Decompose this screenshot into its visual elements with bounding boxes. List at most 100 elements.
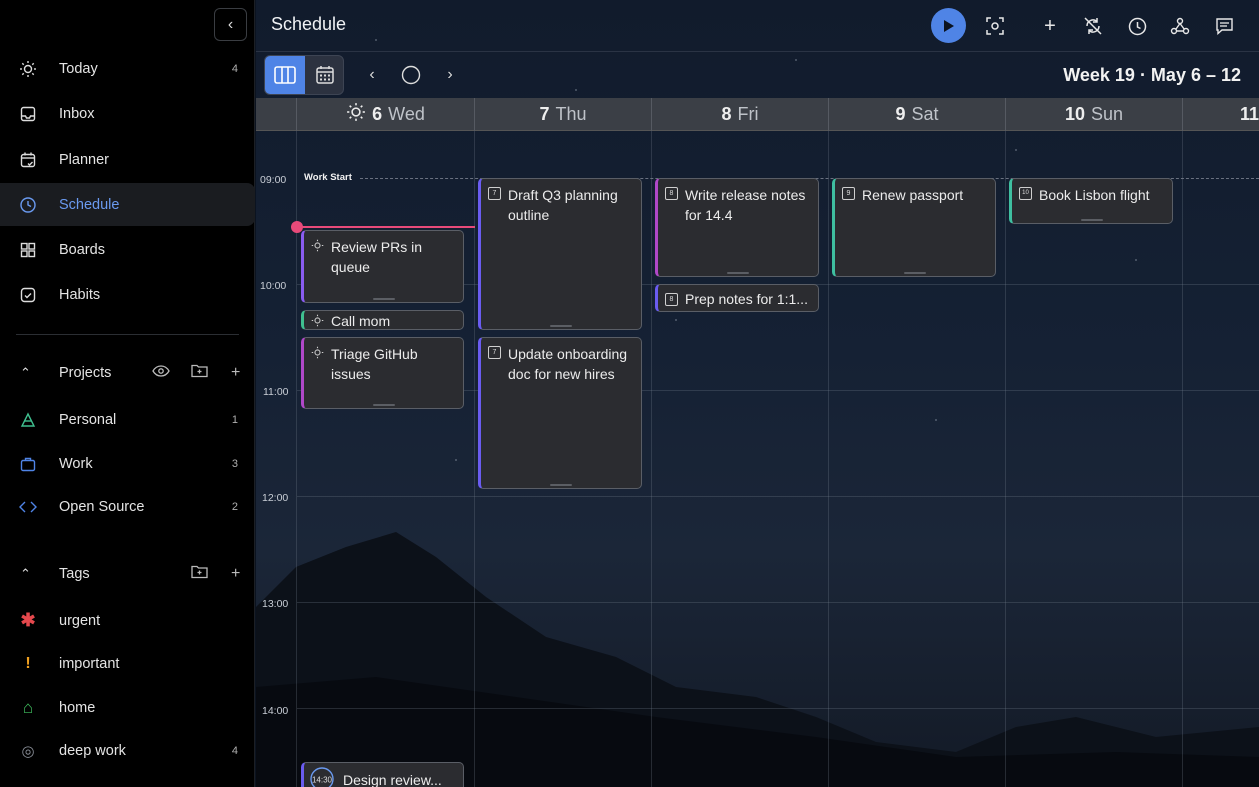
tag-deep-work[interactable]: ◎ deep work 4 <box>0 729 255 772</box>
calendar-icon <box>316 66 334 84</box>
day-header-sat[interactable]: 9 Sat <box>828 98 1005 131</box>
play-icon <box>943 19 954 32</box>
task-card[interactable]: 14:30 Design review... <box>301 762 464 787</box>
page-title: Schedule <box>271 14 347 34</box>
day-number: 11 <box>1239 104 1259 124</box>
task-card[interactable]: 10 Book Lisbon flight <box>1009 178 1173 224</box>
calendar-day-icon: 10 <box>1019 187 1032 200</box>
day-name: Sat <box>911 104 939 124</box>
eye-icon[interactable] <box>152 364 170 382</box>
calendar-day-icon: 9 <box>842 187 855 200</box>
task-card[interactable]: Call mom <box>301 310 464 330</box>
add-tag-icon[interactable]: + <box>231 565 240 583</box>
current-time-line <box>297 226 475 228</box>
task-title: Call mom <box>331 313 391 329</box>
day-header-mon[interactable]: 11 <box>1182 98 1259 131</box>
collapse-sidebar-button[interactable]: ‹ <box>214 8 247 41</box>
day-header-sun[interactable]: 10 Sun <box>1005 98 1182 131</box>
nav-boards[interactable]: Boards <box>0 228 255 271</box>
day-header-wed[interactable]: 6 Wed <box>296 98 474 131</box>
nav-label: Habits <box>59 286 101 303</box>
day-name: Fri <box>737 104 759 124</box>
chevron-up-icon[interactable]: ⌃ <box>20 365 31 381</box>
grid-line <box>1005 131 1006 787</box>
nav-inbox[interactable]: Inbox <box>0 92 255 135</box>
today-button[interactable] <box>398 62 424 88</box>
task-card[interactable]: 7 Draft Q3 planning outline <box>478 178 642 330</box>
folder-add-icon[interactable] <box>191 364 208 383</box>
location-pin-icon: ◎ <box>21 742 35 760</box>
task-card[interactable]: Review PRs in queue <box>301 230 464 303</box>
projects-header[interactable]: ⌃ Projects + <box>0 358 255 388</box>
tag-important[interactable]: ! important <box>0 642 255 685</box>
project-personal[interactable]: Personal 1 <box>0 398 255 441</box>
tags-header[interactable]: ⌃ Tags + <box>0 559 255 589</box>
project-open-source[interactable]: Open Source 2 <box>0 485 255 528</box>
add-project-icon[interactable]: + <box>231 364 240 382</box>
task-card[interactable]: 9 Renew passport <box>832 178 996 277</box>
schedule-main: Schedule + ‹ › Week 19 · May 6 – 12 6 We… <box>256 0 1259 787</box>
task-card[interactable]: Triage GitHub issues <box>301 337 464 409</box>
inbox-icon <box>18 104 38 124</box>
nav-schedule[interactable]: Schedule <box>0 183 255 226</box>
resize-handle[interactable] <box>727 272 749 274</box>
calendar-day-icon: 7 <box>488 346 501 359</box>
nav-habits[interactable]: Habits <box>0 273 255 316</box>
hour-label: 14:00 <box>262 705 289 717</box>
comments-button[interactable] <box>1209 11 1239 41</box>
prev-week-button[interactable]: ‹ <box>359 62 385 88</box>
home-icon: ⌂ <box>22 697 34 717</box>
task-title: Design review... <box>343 772 442 787</box>
message-icon <box>1215 18 1233 35</box>
hour-label: 11:00 <box>263 386 289 398</box>
projects-label: Projects <box>59 365 112 381</box>
header-divider <box>256 51 1259 52</box>
code-icon <box>18 497 38 517</box>
project-label: Personal <box>59 411 117 428</box>
day-number: 6 <box>372 104 383 124</box>
tag-urgent[interactable]: ✱ urgent <box>0 599 255 642</box>
resize-handle[interactable] <box>904 272 926 274</box>
task-title: Prep notes for 1:1... <box>685 291 808 307</box>
calendar-day-icon: 7 <box>488 187 501 200</box>
grid-line <box>297 708 1259 709</box>
task-card[interactable]: 8 Write release notes for 14.4 <box>655 178 819 277</box>
resize-handle[interactable] <box>550 484 572 486</box>
focus-icon <box>986 17 1004 35</box>
tag-home[interactable]: ⌂ home <box>0 686 255 729</box>
grid-line <box>1182 131 1183 787</box>
day-header-fri[interactable]: 8 Fri <box>651 98 828 131</box>
tag-label: urgent <box>59 612 101 629</box>
integrations-button[interactable] <box>1165 11 1195 41</box>
task-card[interactable]: 7 Update onboarding doc for new hires <box>478 337 642 489</box>
task-title: Draft Q3 planning outline <box>508 187 618 223</box>
hour-label: 13:00 <box>262 598 289 610</box>
task-card[interactable]: 8 Prep notes for 1:1... <box>655 284 819 312</box>
grid-line <box>297 496 1259 497</box>
day-header-thu[interactable]: 7 Thu <box>474 98 651 131</box>
resize-handle[interactable] <box>372 404 395 406</box>
folder-add-icon[interactable] <box>191 565 208 584</box>
project-work[interactable]: Work 3 <box>0 442 255 485</box>
resize-handle[interactable] <box>550 325 572 327</box>
play-button[interactable] <box>931 8 966 43</box>
nav-label: Inbox <box>59 105 95 122</box>
nav-today[interactable]: Today 4 <box>0 47 255 90</box>
resize-handle[interactable] <box>372 298 395 300</box>
resize-handle[interactable] <box>1081 219 1103 221</box>
clock-icon <box>1128 17 1146 35</box>
chevron-right-icon: › <box>447 66 453 83</box>
circle-icon <box>401 65 421 85</box>
nav-planner[interactable]: Planner <box>0 138 255 181</box>
sun-icon <box>18 59 38 79</box>
next-week-button[interactable]: › <box>437 62 463 88</box>
sidebar: ‹ Today 4 Inbox Planner Schedule Boards … <box>0 0 255 787</box>
calendar-view-button[interactable] <box>305 56 345 94</box>
history-button[interactable] <box>1122 11 1152 41</box>
sync-off-button[interactable] <box>1078 11 1108 41</box>
chevron-up-icon[interactable]: ⌃ <box>20 566 31 582</box>
columns-view-button[interactable] <box>265 56 305 94</box>
focus-button[interactable] <box>980 11 1010 41</box>
add-button[interactable]: + <box>1035 11 1065 41</box>
boards-icon <box>18 240 38 260</box>
